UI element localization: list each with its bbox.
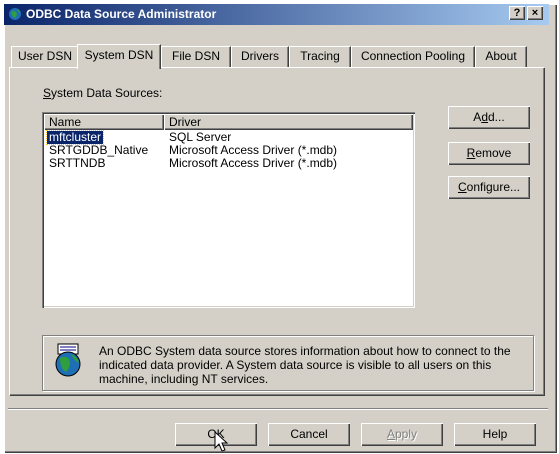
tab-user-dsn[interactable]: User DSN xyxy=(11,46,79,67)
data-sources-list[interactable]: Name Driver mftcluster SQL Server SRTGDD… xyxy=(42,112,415,308)
close-title-button[interactable]: × xyxy=(527,6,543,20)
help-title-button[interactable]: ? xyxy=(509,6,525,20)
list-row-srttndb[interactable]: SRTTNDB Microsoft Access Driver (*.mdb) xyxy=(44,157,413,170)
system-data-sources-label: System Data Sources: xyxy=(43,86,163,100)
tab-drivers[interactable]: Drivers xyxy=(231,46,289,67)
column-header-name[interactable]: Name xyxy=(44,114,164,130)
info-description: An ODBC System data source stores inform… xyxy=(99,344,511,386)
list-item-name[interactable]: SRTTNDB xyxy=(49,157,105,170)
add-button[interactable]: Add... xyxy=(448,106,530,129)
title-bar[interactable]: ODBC Data Source Administrator ? × xyxy=(4,4,549,25)
apply-button[interactable]: Apply xyxy=(361,423,443,446)
configure-button[interactable]: Configure... xyxy=(448,176,530,199)
column-header-driver[interactable]: Driver xyxy=(164,114,413,130)
tab-system-dsn[interactable]: System DSN xyxy=(77,44,161,69)
tab-about[interactable]: About xyxy=(475,46,527,67)
tab-strip: User DSN System DSN File DSN Drivers Tra… xyxy=(9,44,545,69)
window-title: ODBC Data Source Administrator xyxy=(26,7,217,21)
tab-file-dsn[interactable]: File DSN xyxy=(161,46,231,67)
remove-button[interactable]: Remove xyxy=(448,142,530,165)
footer-separator xyxy=(8,408,548,410)
mouse-cursor-icon xyxy=(214,431,229,452)
tab-tracing[interactable]: Tracing xyxy=(289,46,351,67)
odbc-globe-icon xyxy=(55,343,81,377)
cancel-button[interactable]: Cancel xyxy=(268,423,350,446)
help-button[interactable]: Help xyxy=(454,423,536,446)
globe-computer-icon xyxy=(9,8,21,20)
tab-connection-pooling[interactable]: Connection Pooling xyxy=(351,46,475,67)
list-item-driver[interactable]: Microsoft Access Driver (*.mdb) xyxy=(169,157,337,170)
